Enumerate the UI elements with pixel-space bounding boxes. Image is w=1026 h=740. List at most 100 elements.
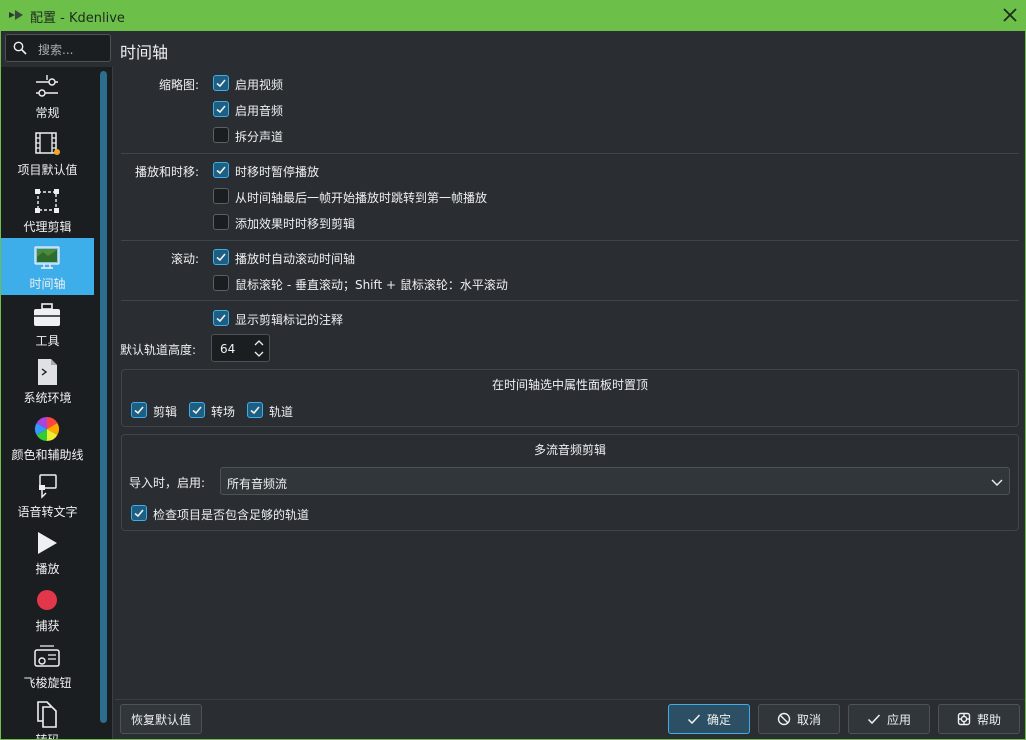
speech-icon [39,474,57,499]
sliders-icon [36,75,58,97]
sidebar-item-label: 颜色和辅助线 [11,448,84,462]
track-height-label: 默认轨道高度: [120,343,197,357]
proxy-clip-icon [35,189,59,213]
play-icon [38,532,57,554]
sidebar-item-jog-shuttle[interactable]: 飞梭旋钮 [1,637,94,694]
sidebar-item-speech-to-text[interactable]: 语音转文字 [1,466,94,523]
raise-transitions-checkbox[interactable] [189,402,205,418]
lifebuoy-help-icon [957,712,971,726]
multistream-title: 多流音频剪辑 [533,443,606,457]
enable-audio-checkbox[interactable] [213,101,229,117]
sidebar-item-label: 飞梭旋钮 [23,676,72,690]
window-title: 配置 - Kdenlive [30,11,125,26]
track-height-spinbox[interactable]: 64 [211,334,270,362]
jump-to-start-label: 从时间轴最后一帧开始播放时跳转到第一帧播放 [235,191,488,205]
marker-comments-label: 显示剪辑标记的注释 [235,313,344,327]
cancel-label: 取消 [796,712,821,727]
apply-label: 应用 [886,712,911,727]
autoscroll-checkbox[interactable] [213,249,229,265]
checkmark-icon [687,714,701,725]
playback-label: 播放和时移: [134,165,199,179]
raise-tracks-label: 轨道 [269,405,294,419]
terminal-icon [38,359,57,385]
sidebar-item-label: 语音转文字 [17,505,78,519]
autoscroll-label: 播放时自动滚动时间轴 [235,252,356,266]
check-tracks-checkbox[interactable] [131,505,147,521]
search-icon [13,41,27,55]
chevron-down-icon[interactable] [253,349,265,359]
sidebar-item-label: 工具 [35,334,60,348]
ok-button[interactable]: 确定 [668,704,750,734]
split-channels-label: 拆分声道 [235,130,284,144]
sidebar-item-tools[interactable]: 工具 [1,295,94,352]
checkmark-icon [250,406,260,415]
checkmark-icon [134,509,144,518]
raise-clips-label: 剪辑 [153,405,178,419]
sidebar-item-proxy-clips[interactable]: 代理剪辑 [1,181,94,238]
checkmark-icon [216,166,226,175]
chevron-up-icon[interactable] [253,338,265,348]
search-input[interactable]: 搜索... [5,34,111,62]
divider [121,153,1019,154]
cancel-button[interactable]: 取消 [758,704,840,734]
checkmark-icon [216,314,226,323]
sidebar-item-label: 项目默认值 [17,163,78,177]
checkmark-icon [192,406,202,415]
sidebar-item-label: 播放 [35,562,60,576]
sidebar-item-label: 代理剪辑 [23,220,72,234]
wheel-scroll-checkbox[interactable] [213,275,229,291]
check-tracks-label: 检查项目是否包含足够的轨道 [153,508,310,522]
search-placeholder: 搜索... [38,43,74,57]
split-channels-checkbox[interactable] [213,127,229,143]
timeline-monitor-icon [34,246,60,269]
cancel-icon [777,712,791,726]
enable-audio-label: 启用音频 [235,104,284,118]
marker-comments-checkbox[interactable] [213,310,229,326]
import-streams-value: 所有音频流 [227,477,288,491]
track-height-value: 64 [220,342,236,356]
wheel-scroll-label: 鼠标滚轮 - 垂直滚动；Shift + 鼠标滚轮：水平滚动 [235,278,508,292]
settings-sidebar: 常规 项目默认值 代理剪辑 时间轴 工具 系统环境 颜色和辅助线 语音转文字 播… [1,67,113,739]
checkmark-icon [867,714,881,725]
chevron-down-icon [991,479,1003,486]
restore-defaults-button[interactable]: 恢复默认值 [120,704,202,734]
sidebar-item-project-defaults[interactable]: 项目默认值 [1,124,94,181]
raise-tracks-checkbox[interactable] [247,402,263,418]
sidebar-item-label: 常规 [35,106,60,120]
help-button[interactable]: 帮助 [938,704,1020,734]
seek-on-add-effect-label: 添加效果时时移到剪辑 [235,217,356,231]
sidebar-item-playback[interactable]: 播放 [1,523,94,580]
raise-properties-group: 在时间轴选中属性面板时置顶 [121,369,1019,427]
sidebar-item-capture[interactable]: 捕获 [1,580,94,637]
pause-on-seek-checkbox[interactable] [213,162,229,178]
sidebar-item-environment[interactable]: 系统环境 [1,352,94,409]
scroll-label: 滚动: [170,252,199,266]
sidebar-item-general[interactable]: 常规 [1,67,94,124]
apply-button[interactable]: 应用 [848,704,930,734]
raise-clips-checkbox[interactable] [131,402,147,418]
sidebar-scrollbar[interactable] [100,71,107,723]
transcode-icon [37,701,57,728]
sidebar-item-timeline[interactable]: 时间轴 [1,238,94,295]
enable-video-checkbox[interactable] [213,75,229,91]
color-wheel-icon [34,417,60,441]
sidebar-item-label: 转码 [1,731,94,739]
checkmark-icon [216,79,226,88]
restore-defaults-label: 恢复默认值 [130,712,191,727]
divider [121,240,1019,241]
sidebar-item-transcode[interactable]: 转码 [1,694,94,739]
jump-to-start-checkbox[interactable] [213,188,229,204]
divider [121,300,1019,301]
close-window-button[interactable] [1001,6,1019,24]
sidebar-item-label: 系统环境 [23,391,72,405]
record-icon [37,590,57,610]
enable-video-label: 启用视频 [235,78,284,92]
thumbnails-label: 缩略图: [158,78,199,92]
pause-on-seek-label: 时移时暂停播放 [235,165,320,179]
import-streams-select[interactable]: 所有音频流 [220,467,1010,495]
sidebar-item-colors-guides[interactable]: 颜色和辅助线 [1,409,94,466]
help-label: 帮助 [976,712,1001,727]
seek-on-add-effect-checkbox[interactable] [213,214,229,230]
import-streams-label: 导入时，启用: [129,476,206,490]
ok-label: 确定 [706,712,731,727]
